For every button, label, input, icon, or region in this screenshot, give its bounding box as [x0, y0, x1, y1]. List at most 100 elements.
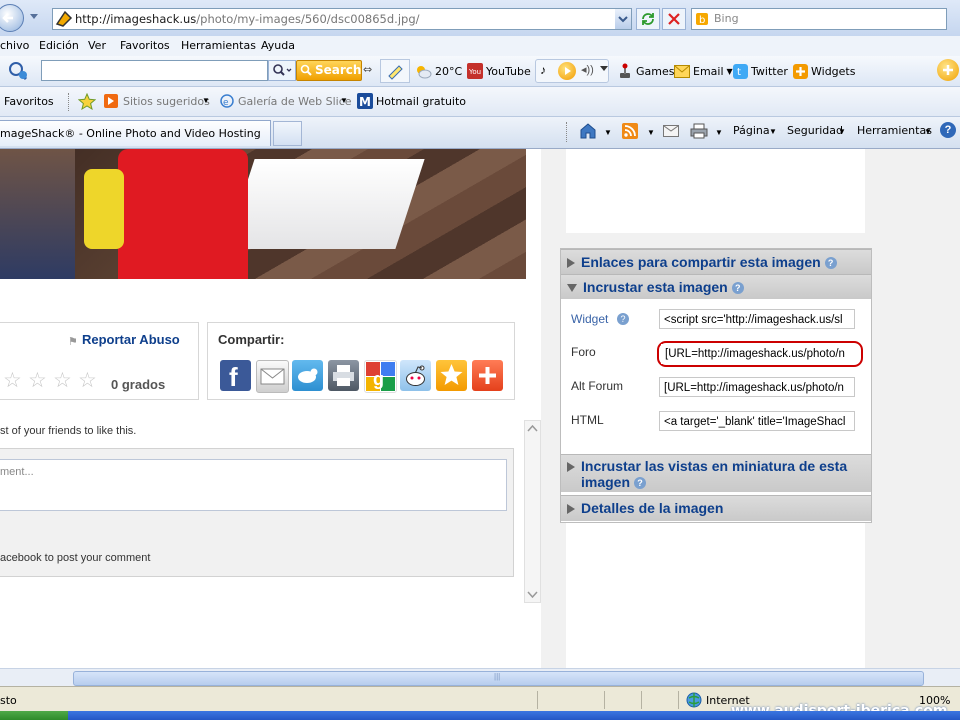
foro-code-input[interactable]: [URL=http://imageshack.us/photo/n: [661, 344, 857, 364]
email-button[interactable]: Email ▼: [674, 60, 733, 82]
url-field[interactable]: http://imageshack.us/photo/my-images/560…: [52, 8, 632, 30]
galeria-web-slice-link[interactable]: Galería de Web Slice: [238, 95, 352, 108]
home-dropdown-icon[interactable]: ▼: [604, 128, 612, 137]
weather-temp: 20°C: [435, 64, 463, 78]
status-bar: sto Internet 100% www.audisport-iberica.…: [0, 686, 960, 719]
help-icon[interactable]: ?: [940, 122, 956, 138]
horizontal-scrollbar[interactable]: |||: [0, 668, 960, 687]
stop-button[interactable]: [662, 8, 686, 30]
rss-feed-icon[interactable]: [622, 123, 638, 139]
menu-ver[interactable]: Ver: [88, 39, 106, 52]
flag-icon: ⚑: [68, 336, 78, 348]
scroll-up-arrow-icon[interactable]: [525, 422, 540, 434]
details-section-header[interactable]: Detalles de la imagen: [561, 495, 871, 521]
status-divider: [537, 691, 538, 709]
favoritos-button[interactable]: Favoritos: [4, 95, 54, 108]
new-tab-button[interactable]: [273, 121, 302, 146]
print-dropdown-icon[interactable]: ▼: [715, 128, 723, 137]
main-photo[interactable]: [0, 149, 526, 279]
help-icon[interactable]: ?: [634, 477, 647, 490]
rating-star-2[interactable]: ☆: [28, 368, 47, 393]
url-dropdown-button[interactable]: [615, 9, 631, 29]
galeria-dropdown-icon[interactable]: ▼: [340, 96, 348, 105]
bing-search-input[interactable]: b Bing: [691, 8, 947, 30]
menu-herramientas[interactable]: Herramientas: [181, 39, 256, 52]
games-button[interactable]: Games: [617, 60, 674, 82]
weather-button[interactable]: 20°C: [414, 60, 462, 82]
menu-archivo[interactable]: chivo: [0, 39, 29, 52]
embed-section-header[interactable]: Incrustar esta imagen?: [561, 274, 871, 299]
email-share-icon[interactable]: [256, 360, 289, 393]
highlight-button[interactable]: [380, 59, 410, 83]
imageshack-favicon-icon: [55, 10, 73, 27]
youtube-icon: You: [467, 63, 483, 79]
rating-value: 0 grados: [111, 377, 166, 392]
comment-textarea[interactable]: ment...: [0, 459, 507, 511]
email-dropdown-icon[interactable]: ▼: [727, 67, 733, 76]
embed-header-text: Incrustar esta imagen: [583, 279, 728, 295]
add-favorite-star-icon[interactable]: [78, 93, 96, 110]
search-button[interactable]: Search: [296, 60, 362, 81]
links-header-text: Enlaces para compartir esta imagen: [581, 254, 821, 270]
windows-taskbar: [0, 711, 960, 720]
links-section-header[interactable]: Enlaces para compartir esta imagen?: [561, 249, 871, 274]
youtube-button[interactable]: You YouTube: [467, 60, 531, 82]
widget-help-icon[interactable]: ?: [617, 313, 629, 325]
seguridad-menu[interactable]: Seguridad: [787, 124, 843, 137]
help-icon[interactable]: ?: [731, 282, 744, 295]
media-player-widget[interactable]: ♪ ◂)): [535, 59, 609, 83]
media-dropdown-icon[interactable]: [600, 66, 608, 71]
history-dropdown-icon[interactable]: [30, 14, 38, 19]
home-icon[interactable]: [578, 121, 598, 140]
widgets-button[interactable]: Widgets: [793, 60, 855, 82]
menu-edicion[interactable]: Edición: [39, 39, 79, 52]
rss-dropdown-icon[interactable]: ▼: [647, 128, 655, 137]
tab-imageshack[interactable]: mageShack® - Online Photo and Video Host…: [0, 120, 271, 146]
horizontal-scroll-thumb[interactable]: |||: [73, 671, 924, 686]
more-share-icon[interactable]: [472, 360, 503, 391]
facebook-share-icon[interactable]: f: [220, 360, 251, 392]
help-icon[interactable]: ?: [824, 257, 837, 270]
reddit-share-icon[interactable]: [400, 360, 431, 391]
html-code-input[interactable]: <a target='_blank' title='ImageShacl: [659, 411, 855, 431]
herramientas-menu[interactable]: Herramientas: [857, 124, 932, 137]
search-engine-dropdown[interactable]: [268, 60, 296, 81]
rating-star-1[interactable]: ☆: [3, 368, 22, 393]
twitter-button[interactable]: t Twitter: [733, 60, 788, 82]
sitios-sugeridos-link[interactable]: Sitios sugeridos: [123, 95, 210, 108]
rating-star-4[interactable]: ☆: [78, 368, 97, 393]
back-button[interactable]: [0, 4, 24, 32]
hotmail-link[interactable]: Hotmail gratuito: [376, 95, 466, 108]
start-button[interactable]: [0, 711, 68, 720]
menu-ayuda[interactable]: Ayuda: [261, 39, 295, 52]
scroll-down-arrow-icon[interactable]: [525, 589, 540, 601]
comments-scrollbar[interactable]: [524, 420, 541, 603]
sitios-dropdown-icon[interactable]: ▼: [202, 96, 210, 105]
toolbar-search-input[interactable]: [41, 60, 268, 81]
svg-text:You: You: [468, 68, 481, 76]
thumbnails-section-header[interactable]: Incrustar las vistas en miniatura de est…: [561, 454, 871, 492]
widget-code-input[interactable]: <script src='http://imageshack.us/sl: [659, 309, 855, 329]
twitter-share-icon[interactable]: [292, 360, 323, 391]
print-share-icon[interactable]: [328, 360, 359, 391]
play-button[interactable]: [558, 62, 576, 80]
herramientas-dropdown-icon[interactable]: ▼: [924, 127, 932, 136]
pagina-menu[interactable]: Página: [733, 124, 770, 137]
report-abuse-link[interactable]: Reportar Abuso: [82, 332, 180, 347]
alt-forum-code-input[interactable]: [URL=http://imageshack.us/photo/n: [659, 377, 855, 397]
refresh-button[interactable]: [636, 8, 660, 30]
read-mail-icon[interactable]: [663, 125, 679, 137]
google-share-icon[interactable]: g: [364, 360, 397, 393]
facebook-friends-text: st of your friends to like this.: [0, 425, 137, 437]
seguridad-dropdown-icon[interactable]: ▼: [838, 127, 846, 136]
add-button[interactable]: [937, 59, 959, 81]
pagina-dropdown-icon[interactable]: ▼: [769, 127, 777, 136]
volume-icon[interactable]: ◂)): [581, 63, 594, 76]
menu-favoritos[interactable]: Favoritos: [120, 39, 170, 52]
favorites-share-icon[interactable]: [436, 360, 467, 391]
status-divider: [604, 691, 605, 709]
expand-arrow-icon: [567, 462, 575, 473]
rating-star-3[interactable]: ☆: [53, 368, 72, 393]
print-icon[interactable]: [690, 123, 708, 139]
favorites-bar: Favoritos Sitios sugeridos ▼ e Galería d…: [0, 87, 960, 117]
